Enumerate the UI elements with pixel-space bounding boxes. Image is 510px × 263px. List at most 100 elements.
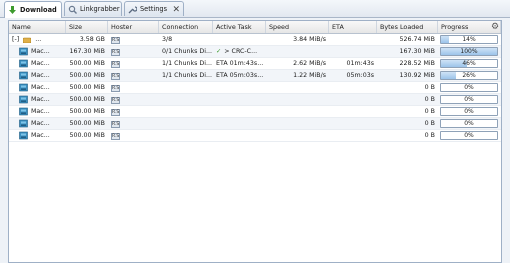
file-name-cell: Mac... [9,58,66,69]
file-name: Mac... [31,96,50,103]
progress-label: 46% [462,60,476,67]
file-name: Mac... [31,120,50,127]
file-bytes-loaded: 0 B [424,96,435,103]
tab-download[interactable]: Download [4,1,62,18]
file-speed [266,130,329,141]
file-size: 500.00 MiB [69,132,105,139]
archive-file-icon [19,83,28,92]
file-connection [159,106,213,117]
archive-file-icon [19,107,28,116]
package-row[interactable]: [-] ... 3.58 GB R.S 3/8 3.84 MiB/s 526.7… [9,34,501,46]
file-row[interactable]: Mac... R.S 500.00 MiB 0 B 0% [9,82,501,94]
file-size: 500.00 MiB [69,120,105,127]
package-name-cell: [-] ... [9,34,66,45]
progress-label: 100% [460,48,478,55]
hoster-badge-icon: R.S [111,85,120,92]
file-name-cell: Mac... [9,118,66,129]
file-eta [329,94,377,105]
column-header-active-task[interactable]: Active Task [213,21,266,33]
file-name: Mac... [31,84,50,91]
file-row[interactable]: Mac... R.S 500.00 MiB 1/1 Chunks Di... 1.22 … [9,70,501,82]
archive-file-icon [19,95,28,104]
file-connection: 0/1 Chunks Di... [162,48,213,55]
package-name: ... [35,36,42,43]
file-name-cell: Mac... [9,94,66,105]
progress-label: 14% [462,36,476,43]
file-eta [329,130,377,141]
column-header-bytes-loaded[interactable]: Bytes Loaded [377,21,438,33]
tab-settings[interactable]: Settings ✕ [124,1,184,16]
tab-settings-label: Settings [140,5,168,13]
file-name-cell: Mac... [9,130,66,141]
file-hoster: R.S [108,46,159,57]
file-row[interactable]: Mac... R.S 500.00 MiB 0 B 0% [9,94,501,106]
tab-linkgrabber[interactable]: Linkgrabber [64,1,122,16]
file-row[interactable]: Mac... R.S 500.00 MiB 0 B 0% [9,106,501,118]
column-header-name[interactable]: Name [9,21,66,33]
hoster-badge-icon: R.S [111,73,120,80]
file-name: Mac... [31,72,50,79]
file-connection [159,118,213,129]
close-icon[interactable]: ✕ [172,5,180,15]
package-bytes-loaded: 526.74 MiB [399,36,435,43]
file-active-task: ETA 01m:43s... [213,58,266,69]
column-header-size[interactable]: Size [66,21,108,33]
column-header-connection[interactable]: Connection [159,21,213,33]
file-eta [329,82,377,93]
file-progress-bar: 0% [440,95,498,104]
column-header-hoster[interactable]: Hoster [108,21,159,33]
package-hoster: R.S [108,34,159,45]
file-progress-bar: 0% [440,107,498,116]
file-speed [266,106,329,117]
file-name-cell: Mac... [9,46,66,57]
file-active-task [213,130,266,141]
file-hoster: R.S [108,58,159,69]
file-size: 500.00 MiB [69,96,105,103]
progress-label: 0% [464,120,474,127]
download-table: Name Size Hoster Connection Active Task … [8,20,502,263]
hoster-badge-icon: R.S [111,49,120,56]
download-arrow-icon [8,5,17,15]
file-size: 500.00 MiB [69,60,105,67]
hoster-badge-icon: R.S [111,121,120,128]
file-bytes-loaded: 0 B [424,120,435,127]
file-progress-bar: 26% [440,71,498,80]
file-row[interactable]: Mac... R.S 167.30 MiB 0/1 Chunks Di... 167.3… [9,46,501,58]
file-hoster: R.S [108,130,159,141]
file-bytes-loaded: 167.30 MiB [399,48,435,55]
progress-label: 26% [462,72,476,79]
file-hoster: R.S [108,106,159,117]
progress-label: 0% [464,132,474,139]
progress-label: 0% [464,84,474,91]
progress-label: 0% [464,96,474,103]
file-size: 500.00 MiB [69,84,105,91]
package-speed: 3.84 MiB/s [293,36,326,43]
file-row[interactable]: Mac... R.S 500.00 MiB 0 B 0% [9,130,501,142]
file-speed [266,82,329,93]
hoster-badge-icon: R.S [111,37,120,44]
hoster-badge-icon: R.S [111,61,120,68]
file-row[interactable]: Mac... R.S 500.00 MiB 0 B 0% [9,118,501,130]
package-progress-bar: 14% [440,35,498,44]
file-progress-bar: 0% [440,131,498,140]
column-header-eta[interactable]: ETA [329,21,377,33]
file-speed: 1.22 MiB/s [293,72,326,79]
file-speed: 2.62 MiB/s [293,60,326,67]
hoster-badge-icon: R.S [111,109,120,116]
file-bytes-loaded: 0 B [424,84,435,91]
file-eta [329,118,377,129]
file-name-cell: Mac... [9,106,66,117]
file-name-cell: Mac... [9,70,66,81]
file-connection: 1/1 Chunks Di... [162,72,213,79]
file-eta [329,106,377,117]
file-row[interactable]: Mac... R.S 500.00 MiB 1/1 Chunks Di... 2.62 … [9,58,501,70]
hoster-badge-icon: R.S [111,97,120,104]
column-settings-gear-icon[interactable]: ⚙ [490,22,500,32]
package-connection: 3/8 [162,36,173,43]
archive-file-icon [19,47,28,56]
collapse-icon[interactable]: [-] [12,36,19,43]
active-task-text: ETA 05m:03s... [216,72,264,79]
column-header-speed[interactable]: Speed [266,21,329,33]
file-progress-bar: 100% [440,47,498,56]
file-connection [159,130,213,141]
